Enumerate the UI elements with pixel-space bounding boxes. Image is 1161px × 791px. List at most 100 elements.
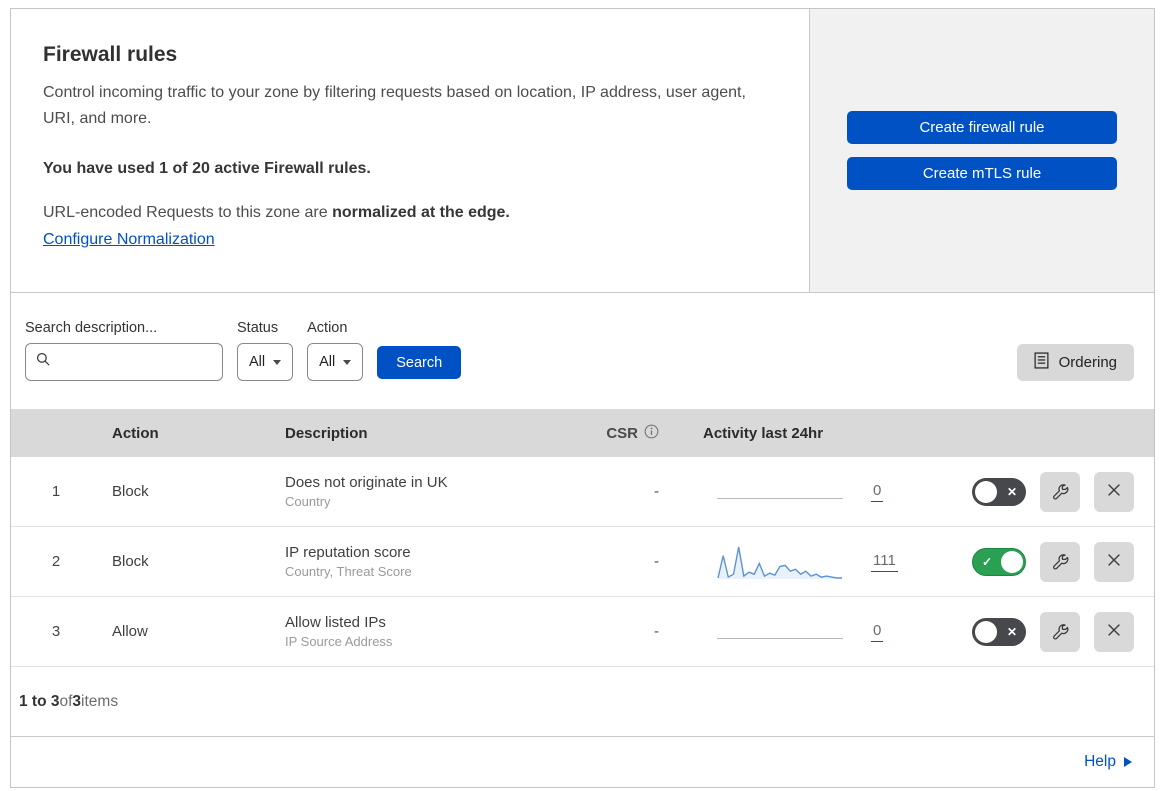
help-link-label: Help: [1084, 753, 1116, 770]
table-row: 1 Block Does not originate in UK Country…: [11, 457, 1154, 527]
rule-description: Does not originate in UK Country: [271, 474, 571, 509]
x-icon: ✕: [1006, 484, 1017, 499]
delete-rule-button[interactable]: [1094, 541, 1134, 582]
header-text-block: Firewall rules Control incoming traffic …: [11, 9, 810, 292]
rule-description: Allow listed IPs IP Source Address: [271, 614, 571, 649]
ordering-button-label: Ordering: [1058, 354, 1117, 371]
filter-bar: Search description... Status All Action: [11, 293, 1154, 409]
create-mtls-rule-button[interactable]: Create mTLS rule: [847, 157, 1117, 190]
rule-csr-value: -: [654, 483, 659, 500]
rule-priority: 3: [51, 623, 61, 640]
close-icon: [1105, 621, 1123, 642]
search-icon: [36, 352, 51, 372]
rule-priority: 2: [51, 553, 61, 570]
ordering-button[interactable]: Ordering: [1016, 344, 1134, 381]
help-link[interactable]: Help: [1084, 753, 1132, 771]
column-description: Description: [285, 424, 368, 442]
normalization-note: URL-encoded Requests to this zone are no…: [43, 204, 769, 222]
rule-priority: 1: [51, 483, 61, 500]
rule-description: IP reputation score Country, Threat Scor…: [271, 544, 571, 579]
pagination-summary: 1 to 3 of 3 items: [11, 667, 1154, 737]
search-input[interactable]: [58, 354, 212, 370]
help-row: Help: [11, 737, 1154, 787]
rule-controls: ✓ ✕: [926, 471, 1154, 512]
search-box: [25, 343, 223, 381]
rule-description-text: IP reputation score: [285, 544, 411, 561]
search-label: Search description...: [25, 320, 158, 336]
rule-enabled-toggle[interactable]: ✓ ✕: [972, 477, 1026, 506]
rule-activity-cell: 0: [671, 471, 926, 513]
pagination-items: items: [81, 692, 119, 710]
pagination-range: 1 to 3: [19, 692, 60, 710]
rule-action: Block: [112, 483, 149, 500]
column-activity: Activity last 24hr: [703, 424, 824, 442]
column-action: Action: [112, 424, 159, 442]
toggle-knob: [1001, 550, 1023, 573]
page-title: Firewall rules: [43, 43, 178, 66]
rule-controls: ✓ ✕: [926, 611, 1154, 652]
rule-criteria: Country, Threat Score: [285, 564, 412, 579]
rule-activity-cell: 111: [671, 541, 926, 583]
arrow-right-icon: [1124, 757, 1132, 767]
toggle-knob: [975, 480, 997, 503]
activity-count-link[interactable]: 0: [871, 622, 884, 642]
normalization-bold-text: normalized at the edge.: [332, 204, 510, 221]
search-field: Search description...: [25, 320, 223, 381]
usage-summary: You have used 1 of 20 active Firewall ru…: [43, 160, 371, 177]
pagination-of: of: [59, 692, 73, 710]
configure-normalization-link[interactable]: Configure Normalization: [43, 231, 215, 249]
rule-description-text: Allow listed IPs: [285, 614, 386, 631]
action-field: Action All: [307, 320, 364, 381]
table-header: Action Description CSR Activity last 24h…: [11, 409, 1154, 457]
page-description: Control incoming traffic to your zone by…: [43, 84, 746, 127]
wrench-icon: [1051, 621, 1070, 643]
action-label: Action: [307, 320, 348, 336]
status-label: Status: [237, 320, 279, 336]
rule-description-text: Does not originate in UK: [285, 474, 448, 491]
rule-controls: ✓ ✕: [926, 541, 1154, 582]
edit-rule-button[interactable]: [1040, 541, 1080, 582]
action-select[interactable]: All: [307, 343, 364, 381]
actions-panel: Create firewall rule Create mTLS rule: [810, 9, 1154, 292]
status-select[interactable]: All: [237, 343, 294, 381]
close-icon: [1105, 551, 1123, 572]
status-field: Status All: [237, 320, 294, 381]
create-firewall-rule-button[interactable]: Create firewall rule: [847, 111, 1117, 144]
toggle-knob: [975, 620, 997, 643]
pagination-total: 3: [72, 692, 82, 710]
activity-sparkline: [717, 611, 843, 653]
rule-criteria: Country: [285, 494, 331, 509]
search-button[interactable]: Search: [377, 346, 462, 379]
x-icon: ✕: [1006, 624, 1017, 639]
rule-criteria: IP Source Address: [285, 634, 393, 649]
activity-sparkline: [717, 541, 843, 583]
wrench-icon: [1051, 481, 1070, 503]
normalization-text: URL-encoded Requests to this zone are: [43, 204, 333, 221]
rule-enabled-toggle[interactable]: ✓ ✕: [972, 617, 1026, 646]
activity-sparkline: [717, 471, 843, 513]
info-icon[interactable]: [644, 424, 659, 443]
header-section: Firewall rules Control incoming traffic …: [11, 9, 1154, 293]
ordering-list-icon: [1034, 352, 1049, 373]
chevron-down-icon: [273, 359, 282, 365]
activity-count-link[interactable]: 0: [871, 482, 884, 502]
delete-rule-button[interactable]: [1094, 471, 1134, 512]
delete-rule-button[interactable]: [1094, 611, 1134, 652]
edit-rule-button[interactable]: [1040, 611, 1080, 652]
close-icon: [1105, 481, 1123, 502]
activity-count-link[interactable]: 111: [871, 552, 898, 572]
chevron-down-icon: [343, 359, 352, 365]
table-row: 3 Allow Allow listed IPs IP Source Addre…: [11, 597, 1154, 667]
wrench-icon: [1051, 551, 1070, 573]
firewall-rules-card: Firewall rules Control incoming traffic …: [10, 8, 1155, 788]
rule-activity-cell: 0: [671, 611, 926, 653]
rule-enabled-toggle[interactable]: ✓ ✕: [972, 547, 1026, 576]
filter-controls: Search description... Status All Action: [25, 320, 462, 381]
rule-csr-value: -: [654, 623, 659, 640]
edit-rule-button[interactable]: [1040, 471, 1080, 512]
check-icon: ✓: [982, 554, 993, 569]
action-selected-value: All: [319, 354, 336, 370]
rule-action: Allow: [112, 623, 148, 640]
column-csr: CSR: [571, 424, 671, 443]
column-csr-label: CSR: [606, 424, 638, 442]
